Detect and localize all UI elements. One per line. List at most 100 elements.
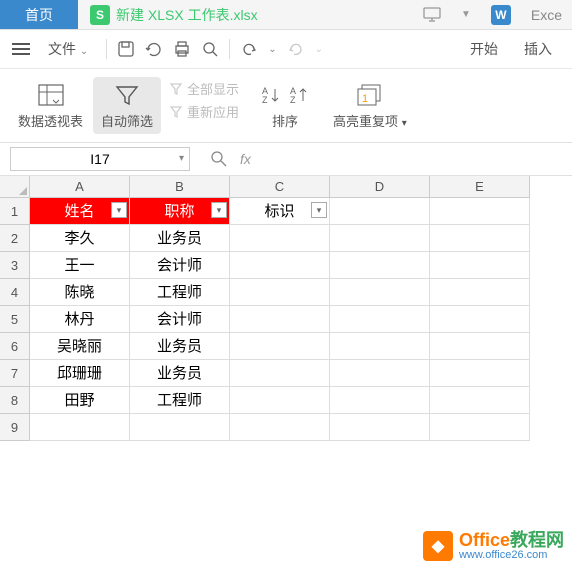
col-header[interactable]: A [30, 176, 130, 198]
cell-B3[interactable]: 会计师 [130, 252, 230, 279]
name-box[interactable]: I17 ▾ [10, 147, 190, 171]
zoom-icon[interactable] [210, 150, 228, 168]
row-header[interactable]: 9 [0, 414, 30, 441]
file-menu[interactable]: 文件 ⌄ [40, 36, 96, 62]
row-header[interactable]: 3 [0, 252, 30, 279]
cell-C5[interactable] [230, 306, 330, 333]
cell-A6[interactable]: 吴晓丽 [30, 333, 130, 360]
sort-asc-button[interactable]: AZ [259, 83, 283, 107]
sort-desc-button[interactable]: AZ [287, 83, 311, 107]
cell-D5[interactable] [330, 306, 430, 333]
cell-B4[interactable]: 工程师 [130, 279, 230, 306]
cell-D9[interactable] [330, 414, 430, 441]
file-name: 新建 XLSX 工作表.xlsx [116, 5, 258, 25]
row-header[interactable]: 7 [0, 360, 30, 387]
row-header[interactable]: 6 [0, 333, 30, 360]
cell-A7[interactable]: 邱珊珊 [30, 360, 130, 387]
undo-dropdown-icon[interactable]: ⌄ [268, 44, 276, 55]
cell-C2[interactable] [230, 225, 330, 252]
cell-B9[interactable] [130, 414, 230, 441]
name-box-dropdown-icon[interactable]: ▾ [179, 153, 184, 164]
tab-home[interactable]: 首页 [0, 0, 78, 29]
cell-A3[interactable]: 王一 [30, 252, 130, 279]
cell-A5[interactable]: 林丹 [30, 306, 130, 333]
cell-A4[interactable]: 陈晓 [30, 279, 130, 306]
cell-E9[interactable] [430, 414, 530, 441]
cell-E6[interactable] [430, 333, 530, 360]
cell-A1[interactable]: 姓名▾ [30, 198, 130, 225]
sort-label[interactable]: 排序 [272, 111, 298, 130]
highlight-dup-button[interactable]: 1 高亮重复项 ▾ [325, 77, 415, 134]
cell-C6[interactable] [230, 333, 330, 360]
cell-D2[interactable] [330, 225, 430, 252]
svg-text:1: 1 [362, 93, 368, 105]
menu-insert[interactable]: 插入 [516, 36, 560, 62]
cell-C3[interactable] [230, 252, 330, 279]
print-preview-icon[interactable] [201, 40, 219, 58]
highlight-dup-label: 高亮重复项 ▾ [333, 111, 407, 130]
cell-B6[interactable]: 业务员 [130, 333, 230, 360]
tab-current-file[interactable]: S 新建 XLSX 工作表.xlsx [78, 0, 270, 29]
filter-dropdown-icon[interactable]: ▾ [111, 202, 127, 218]
row-header[interactable]: 8 [0, 387, 30, 414]
select-all-corner[interactable] [0, 176, 30, 198]
hamburger-menu-icon[interactable] [12, 42, 30, 56]
show-all-button[interactable]: 全部显示 [169, 79, 239, 98]
cell-D6[interactable] [330, 333, 430, 360]
cell-C7[interactable] [230, 360, 330, 387]
cell-C1[interactable]: 标识▾ [230, 198, 330, 225]
col-header[interactable]: D [330, 176, 430, 198]
cell-E8[interactable] [430, 387, 530, 414]
cell-E7[interactable] [430, 360, 530, 387]
save-icon[interactable] [117, 40, 135, 58]
cell-B8[interactable]: 工程师 [130, 387, 230, 414]
undo-icon[interactable] [240, 40, 258, 58]
row-header[interactable]: 5 [0, 306, 30, 333]
cell-A8[interactable]: 田野 [30, 387, 130, 414]
save-as-icon[interactable] [145, 40, 163, 58]
cell-A2[interactable]: 李久 [30, 225, 130, 252]
redo-icon[interactable] [287, 40, 305, 58]
cell-B1[interactable]: 职称▾ [130, 198, 230, 225]
col-header[interactable]: C [230, 176, 330, 198]
row-header[interactable]: 1 [0, 198, 30, 225]
col-header[interactable]: E [430, 176, 530, 198]
cell-B2[interactable]: 业务员 [130, 225, 230, 252]
filter-dropdown-icon[interactable]: ▾ [211, 202, 227, 218]
filter-dropdown-icon[interactable]: ▾ [311, 202, 327, 218]
cell-A9[interactable] [30, 414, 130, 441]
cell-D1[interactable] [330, 198, 430, 225]
cell-E3[interactable] [430, 252, 530, 279]
cell-D7[interactable] [330, 360, 430, 387]
cell-E2[interactable] [430, 225, 530, 252]
funnel-small-icon [169, 82, 183, 96]
fx-label[interactable]: fx [240, 151, 251, 167]
redo-dropdown-icon[interactable]: ⌄ [315, 44, 323, 55]
separator [229, 39, 230, 59]
cell-C8[interactable] [230, 387, 330, 414]
cell-D8[interactable] [330, 387, 430, 414]
cell-B7[interactable]: 业务员 [130, 360, 230, 387]
formula-input[interactable] [271, 147, 562, 171]
col-header[interactable]: B [130, 176, 230, 198]
pivot-label: 数据透视表 [18, 111, 83, 130]
cell-E4[interactable] [430, 279, 530, 306]
menu-start[interactable]: 开始 [462, 36, 506, 62]
highlight-dup-icon: 1 [354, 81, 386, 109]
reapply-button[interactable]: 重新应用 [169, 102, 239, 121]
row-header[interactable]: 2 [0, 225, 30, 252]
cell-C9[interactable] [230, 414, 330, 441]
cell-D3[interactable] [330, 252, 430, 279]
monitor-icon[interactable] [423, 7, 441, 23]
pivot-table-button[interactable]: 数据透视表 [10, 77, 91, 134]
print-icon[interactable] [173, 40, 191, 58]
cell-E5[interactable] [430, 306, 530, 333]
cell-D4[interactable] [330, 279, 430, 306]
cell-E1[interactable] [430, 198, 530, 225]
row-header[interactable]: 4 [0, 279, 30, 306]
dropdown-arrow-icon[interactable]: ▼ [461, 9, 471, 20]
show-all-label: 全部显示 [187, 79, 239, 98]
autofilter-button[interactable]: 自动筛选 [93, 77, 161, 134]
cell-B5[interactable]: 会计师 [130, 306, 230, 333]
cell-C4[interactable] [230, 279, 330, 306]
